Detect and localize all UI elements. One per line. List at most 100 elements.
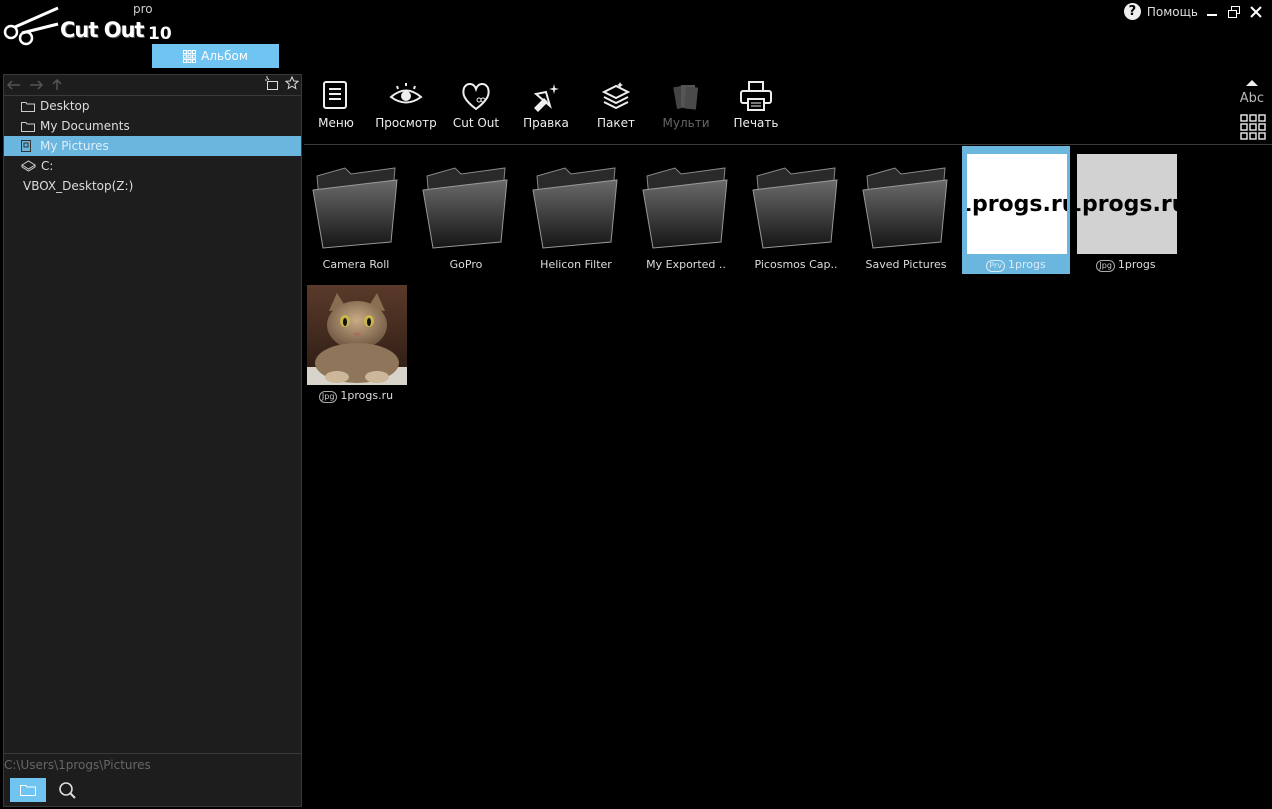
image-tile-selected[interactable]: 1progs.ru Prv1progs (962, 146, 1070, 274)
image-tile[interactable]: 1progs.ru Jpg1progs (1072, 146, 1180, 274)
help-label[interactable]: Помощь (1147, 5, 1198, 19)
grid-view-icon (1240, 114, 1266, 140)
close-icon (1250, 5, 1262, 18)
folder-icon (752, 167, 838, 249)
folder-label: Camera Roll (322, 258, 390, 271)
drive-icon (21, 160, 36, 172)
restore-button[interactable] (1226, 4, 1242, 20)
minimize-button[interactable] (1204, 4, 1220, 20)
folder-label: Picosmos Cap.. (754, 258, 838, 271)
multi-button[interactable]: Мульти (651, 80, 721, 130)
file-type-badge: Prv (986, 260, 1005, 272)
album-tab-label: Альбом (201, 49, 248, 63)
heart-scissors-icon (462, 83, 490, 111)
cutout-label: Cut Out (452, 116, 500, 130)
tree-item-my-documents[interactable]: My Documents (4, 116, 301, 136)
grid-icon (183, 49, 197, 63)
multi-pages-icon (673, 84, 699, 110)
file-name: 1progs (1117, 258, 1156, 271)
edit-button[interactable]: Правка (511, 80, 581, 130)
album-tab[interactable]: Альбом (152, 44, 279, 68)
folder-tile[interactable]: GoPro (412, 146, 520, 274)
multi-label: Мульти (662, 116, 710, 130)
folder-icon (422, 167, 508, 249)
folder-icon (862, 167, 948, 249)
folder-tile[interactable]: Picosmos Cap.. (742, 146, 850, 274)
view-button[interactable]: Просмотр (371, 80, 441, 130)
tree-item-label: My Documents (40, 119, 130, 133)
menu-icon (323, 81, 347, 109)
brand-name: Cut Out (60, 18, 145, 42)
thumbnail-grid: Camera Roll GoPro Helicon Filter My Expo… (304, 146, 1272, 809)
back-arrow-icon[interactable] (7, 80, 21, 90)
forward-arrow-icon[interactable] (29, 80, 43, 90)
close-button[interactable] (1248, 4, 1264, 20)
tree-item-my-pictures[interactable]: My Pictures (4, 136, 301, 156)
browse-folders-button[interactable] (10, 778, 46, 802)
favorite-star-icon[interactable] (285, 76, 299, 90)
printer-icon (740, 81, 772, 111)
sort-up-arrow-icon (1245, 80, 1258, 86)
batch-button[interactable]: Пакет (581, 80, 651, 130)
image-tile[interactable]: Jpg 1progs.ru (302, 277, 410, 405)
file-label: Prv 1progs (962, 256, 1070, 274)
search-icon[interactable] (58, 781, 76, 799)
folder-label: GoPro (449, 258, 483, 271)
scissors-icon (3, 6, 59, 46)
folder-tile[interactable]: Saved Pictures (852, 146, 960, 274)
tree-item-vbox-desktop[interactable]: VBOX_Desktop(Z:) (4, 176, 301, 196)
tree-item-c-drive[interactable]: C: (4, 156, 301, 176)
print-button[interactable]: Печать (721, 80, 791, 130)
folder-label: Saved Pictures (865, 258, 947, 271)
folder-icon (642, 167, 728, 249)
view-label: Просмотр (375, 116, 437, 130)
window-controls: ? Помощь (1123, 3, 1264, 20)
thumbnail-text: 1progs.ru (1077, 191, 1177, 217)
version-label: 10 (148, 24, 172, 44)
folder-icon (20, 785, 36, 796)
current-path: C:\Users\1progs\Pictures (4, 753, 301, 772)
folder-label: My Exported .. (646, 258, 726, 271)
file-name: 1progs (1008, 258, 1046, 271)
batch-stack-icon (601, 82, 631, 110)
tree-item-label: VBOX_Desktop(Z:) (23, 179, 134, 193)
folder-label: Helicon Filter (540, 258, 612, 271)
tree-item-label: Desktop (40, 99, 90, 113)
cutout-button[interactable]: Cut Out (441, 80, 511, 130)
sort-by-name-button[interactable]: Abc (1240, 76, 1264, 106)
app-logo: Cut Out pro 10 (0, 0, 175, 50)
pictures-folder-icon (21, 140, 31, 152)
thumbnail-view-button[interactable] (1240, 114, 1266, 144)
edit-label: Правка (523, 116, 569, 130)
edition-label: pro (133, 2, 153, 16)
folder-tile[interactable]: My Exported .. (632, 146, 740, 274)
main-toolbar: Меню Просмотр Cut Out Правка Пакет Мульт… (304, 74, 1272, 145)
new-folder-icon[interactable] (264, 76, 279, 91)
batch-label: Пакет (597, 116, 635, 130)
file-type-badge: Jpg (1096, 260, 1115, 272)
tree-nav-bar (4, 75, 301, 96)
restore-icon (1228, 5, 1240, 18)
tree-item-label: C: (41, 159, 54, 173)
magic-wand-icon (533, 84, 559, 112)
file-label: Jpg 1progs.ru (302, 387, 410, 405)
tree-item-desktop[interactable]: Desktop (4, 96, 301, 116)
image-thumbnail: 1progs.ru (1077, 154, 1177, 254)
image-thumbnail: 1progs.ru (967, 154, 1067, 254)
up-arrow-icon[interactable] (51, 79, 63, 91)
eye-icon (389, 83, 423, 104)
file-name: 1progs.ru (340, 389, 394, 402)
folder-tile[interactable]: Camera Roll (302, 146, 410, 274)
menu-button[interactable]: Меню (301, 80, 371, 130)
minimize-icon (1207, 13, 1217, 16)
folder-icon (21, 101, 35, 112)
cat-photo-thumbnail (307, 285, 407, 385)
menu-label: Меню (318, 116, 354, 130)
folder-tree-panel: Desktop My Documents My Pictures C: VBOX… (3, 74, 302, 807)
folder-tile[interactable]: Helicon Filter (522, 146, 630, 274)
sort-label: Abc (1239, 91, 1264, 106)
help-icon[interactable]: ? (1123, 3, 1141, 20)
folder-icon (532, 167, 618, 249)
print-label: Печать (733, 116, 779, 130)
file-label: Jpg 1progs (1072, 256, 1180, 274)
